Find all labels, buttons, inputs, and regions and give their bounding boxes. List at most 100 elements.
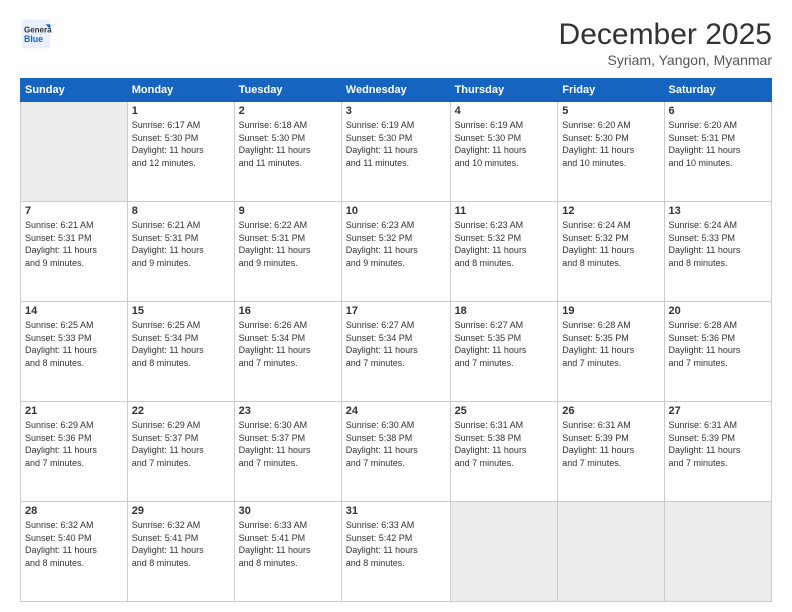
day-number: 24	[346, 405, 446, 417]
calendar-cell: 29Sunrise: 6:32 AMSunset: 5:41 PMDayligh…	[127, 502, 234, 602]
day-info: Sunrise: 6:28 AMSunset: 5:35 PMDaylight:…	[562, 319, 659, 369]
day-number: 9	[239, 205, 337, 217]
day-info: Sunrise: 6:21 AMSunset: 5:31 PMDaylight:…	[132, 219, 230, 269]
calendar-cell: 11 Sunrise: 6:23 AMSunset: 5:32 PMDayligh…	[450, 202, 558, 302]
calendar-cell: 22Sunrise: 6:29 AMSunset: 5:37 PMDayligh…	[127, 402, 234, 502]
day-info: Sunrise: 6:23 AMSunset: 5:32 PMDaylight:…	[455, 219, 554, 269]
calendar-cell: 21 Sunrise: 6:29 AMSunset: 5:36 PMDayligh…	[21, 402, 128, 502]
day-info: Sunrise: 6:29 AMSunset: 5:36 PMDaylight:…	[25, 419, 123, 469]
calendar-header-thursday: Thursday	[450, 79, 558, 102]
day-info: Sunrise: 6:32 AMSunset: 5:40 PMDaylight:…	[25, 519, 123, 569]
day-info: Sunrise: 6:31 AMSunset: 5:38 PMDaylight:…	[455, 419, 554, 469]
calendar-table: SundayMondayTuesdayWednesdayThursdayFrid…	[20, 78, 772, 602]
calendar-week-row: 28 Sunrise: 6:32 AMSunset: 5:40 PMDayligh…	[21, 502, 772, 602]
logo: General Blue	[20, 18, 52, 50]
calendar-cell: 2 Sunrise: 6:18 AMSunset: 5:30 PMDaylight…	[234, 102, 341, 202]
calendar-header-row: SundayMondayTuesdayWednesdayThursdayFrid…	[21, 79, 772, 102]
day-info: Sunrise: 6:27 AMSunset: 5:34 PMDaylight:…	[346, 319, 446, 369]
calendar-cell: 16 Sunrise: 6:26 AMSunset: 5:34 PMDayligh…	[234, 302, 341, 402]
day-info: Sunrise: 6:25 AMSunset: 5:33 PMDaylight:…	[25, 319, 123, 369]
day-number: 21	[25, 405, 123, 417]
header: General Blue December 2025 Syriam, Yango…	[20, 18, 772, 68]
calendar-cell: 6Sunrise: 6:20 AMSunset: 5:31 PMDaylight…	[664, 102, 771, 202]
calendar-cell: 26 Sunrise: 6:31 AMSunset: 5:39 PMDayligh…	[558, 402, 664, 502]
calendar-week-row: 1 Sunrise: 6:17 AMSunset: 5:30 PMDaylight…	[21, 102, 772, 202]
day-number: 27	[669, 405, 767, 417]
day-number: 17	[346, 305, 446, 317]
day-number: 3	[346, 105, 446, 117]
day-info: Sunrise: 6:23 AMSunset: 5:32 PMDaylight:…	[346, 219, 446, 269]
day-number: 10	[346, 205, 446, 217]
day-number: 4	[455, 105, 554, 117]
calendar-cell: 12 Sunrise: 6:24 AMSunset: 5:32 PMDayligh…	[558, 202, 664, 302]
day-info: Sunrise: 6:20 AMSunset: 5:30 PMDaylight:…	[562, 119, 659, 169]
day-info: Sunrise: 6:17 AMSunset: 5:30 PMDaylight:…	[132, 119, 230, 169]
day-number: 19	[562, 305, 659, 317]
calendar-header-friday: Friday	[558, 79, 664, 102]
day-number: 26	[562, 405, 659, 417]
day-info: Sunrise: 6:30 AMSunset: 5:37 PMDaylight:…	[239, 419, 337, 469]
calendar-cell: 18Sunrise: 6:27 AMSunset: 5:35 PMDayligh…	[450, 302, 558, 402]
day-info: Sunrise: 6:31 AMSunset: 5:39 PMDaylight:…	[562, 419, 659, 469]
day-number: 30	[239, 505, 337, 517]
day-number: 15	[132, 305, 230, 317]
calendar-header-wednesday: Wednesday	[341, 79, 450, 102]
calendar-cell: 8 Sunrise: 6:21 AMSunset: 5:31 PMDaylight…	[127, 202, 234, 302]
day-number: 11	[455, 205, 554, 217]
calendar-cell: 31Sunrise: 6:33 AMSunset: 5:42 PMDayligh…	[341, 502, 450, 602]
calendar-week-row: 7 Sunrise: 6:21 AMSunset: 5:31 PMDaylight…	[21, 202, 772, 302]
calendar-cell: 24 Sunrise: 6:30 AMSunset: 5:38 PMDayligh…	[341, 402, 450, 502]
calendar-cell	[21, 102, 128, 202]
calendar-cell: 4 Sunrise: 6:19 AMSunset: 5:30 PMDaylight…	[450, 102, 558, 202]
day-info: Sunrise: 6:30 AMSunset: 5:38 PMDaylight:…	[346, 419, 446, 469]
svg-text:Blue: Blue	[24, 34, 43, 44]
calendar-cell: 25 Sunrise: 6:31 AMSunset: 5:38 PMDayligh…	[450, 402, 558, 502]
day-number: 5	[562, 105, 659, 117]
calendar-cell: 27 Sunrise: 6:31 AMSunset: 5:39 PMDayligh…	[664, 402, 771, 502]
calendar-cell: 23Sunrise: 6:30 AMSunset: 5:37 PMDayligh…	[234, 402, 341, 502]
calendar-cell	[558, 502, 664, 602]
logo-icon: General Blue	[20, 18, 52, 50]
day-number: 7	[25, 205, 123, 217]
day-info: Sunrise: 6:24 AMSunset: 5:33 PMDaylight:…	[669, 219, 767, 269]
day-info: Sunrise: 6:21 AMSunset: 5:31 PMDaylight:…	[25, 219, 123, 269]
day-info: Sunrise: 6:26 AMSunset: 5:34 PMDaylight:…	[239, 319, 337, 369]
calendar-cell: 17 Sunrise: 6:27 AMSunset: 5:34 PMDayligh…	[341, 302, 450, 402]
calendar-cell: 10 Sunrise: 6:23 AMSunset: 5:32 PMDayligh…	[341, 202, 450, 302]
calendar-header-monday: Monday	[127, 79, 234, 102]
calendar-cell: 9 Sunrise: 6:22 AMSunset: 5:31 PMDaylight…	[234, 202, 341, 302]
day-info: Sunrise: 6:31 AMSunset: 5:39 PMDaylight:…	[669, 419, 767, 469]
calendar-cell: 19 Sunrise: 6:28 AMSunset: 5:35 PMDayligh…	[558, 302, 664, 402]
day-number: 20	[669, 305, 767, 317]
day-info: Sunrise: 6:18 AMSunset: 5:30 PMDaylight:…	[239, 119, 337, 169]
day-info: Sunrise: 6:27 AMSunset: 5:35 PMDaylight:…	[455, 319, 554, 369]
day-number: 13	[669, 205, 767, 217]
calendar-cell: 15Sunrise: 6:25 AMSunset: 5:34 PMDayligh…	[127, 302, 234, 402]
day-number: 8	[132, 205, 230, 217]
calendar-week-row: 21 Sunrise: 6:29 AMSunset: 5:36 PMDayligh…	[21, 402, 772, 502]
day-number: 25	[455, 405, 554, 417]
day-info: Sunrise: 6:22 AMSunset: 5:31 PMDaylight:…	[239, 219, 337, 269]
day-number: 12	[562, 205, 659, 217]
day-info: Sunrise: 6:24 AMSunset: 5:32 PMDaylight:…	[562, 219, 659, 269]
day-number: 31	[346, 505, 446, 517]
svg-text:General: General	[24, 25, 52, 34]
calendar-cell: 30 Sunrise: 6:33 AMSunset: 5:41 PMDayligh…	[234, 502, 341, 602]
day-number: 2	[239, 105, 337, 117]
calendar-header-tuesday: Tuesday	[234, 79, 341, 102]
calendar-cell: 13 Sunrise: 6:24 AMSunset: 5:33 PMDayligh…	[664, 202, 771, 302]
day-info: Sunrise: 6:19 AMSunset: 5:30 PMDaylight:…	[455, 119, 554, 169]
page: General Blue December 2025 Syriam, Yango…	[0, 0, 792, 612]
calendar-cell	[450, 502, 558, 602]
day-number: 14	[25, 305, 123, 317]
day-info: Sunrise: 6:28 AMSunset: 5:36 PMDaylight:…	[669, 319, 767, 369]
day-number: 22	[132, 405, 230, 417]
month-title: December 2025	[559, 18, 772, 52]
calendar-header-sunday: Sunday	[21, 79, 128, 102]
day-number: 1	[132, 105, 230, 117]
calendar-cell: 14 Sunrise: 6:25 AMSunset: 5:33 PMDayligh…	[21, 302, 128, 402]
day-number: 28	[25, 505, 123, 517]
day-number: 16	[239, 305, 337, 317]
calendar-cell: 7 Sunrise: 6:21 AMSunset: 5:31 PMDaylight…	[21, 202, 128, 302]
day-info: Sunrise: 6:33 AMSunset: 5:41 PMDaylight:…	[239, 519, 337, 569]
